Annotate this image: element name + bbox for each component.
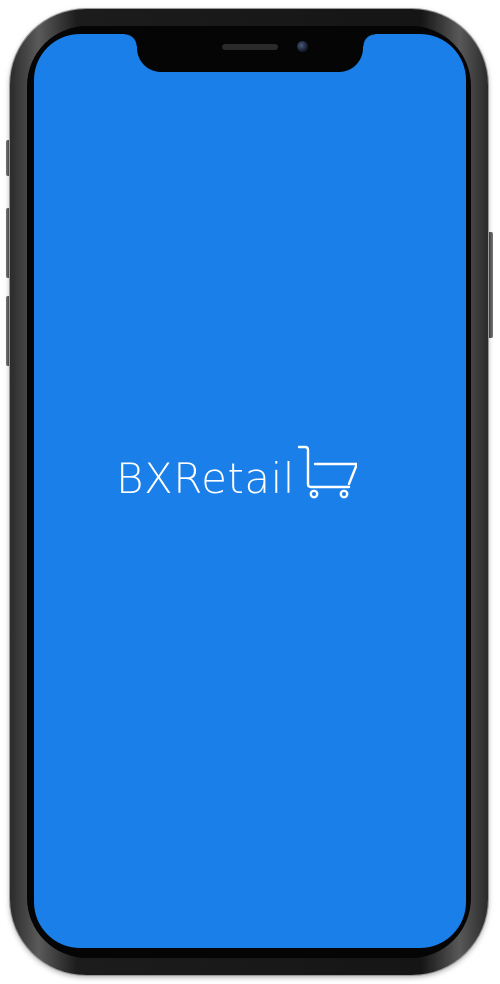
brand-name: BXRetail	[116, 454, 295, 503]
front-camera	[297, 41, 308, 52]
notch	[125, 34, 375, 72]
device-mockup: BXRetail	[0, 0, 500, 984]
brand-logo: BXRetail	[116, 444, 386, 500]
shopping-cart-icon	[297, 445, 357, 499]
earpiece-speaker	[222, 44, 278, 50]
power-button	[488, 232, 493, 338]
